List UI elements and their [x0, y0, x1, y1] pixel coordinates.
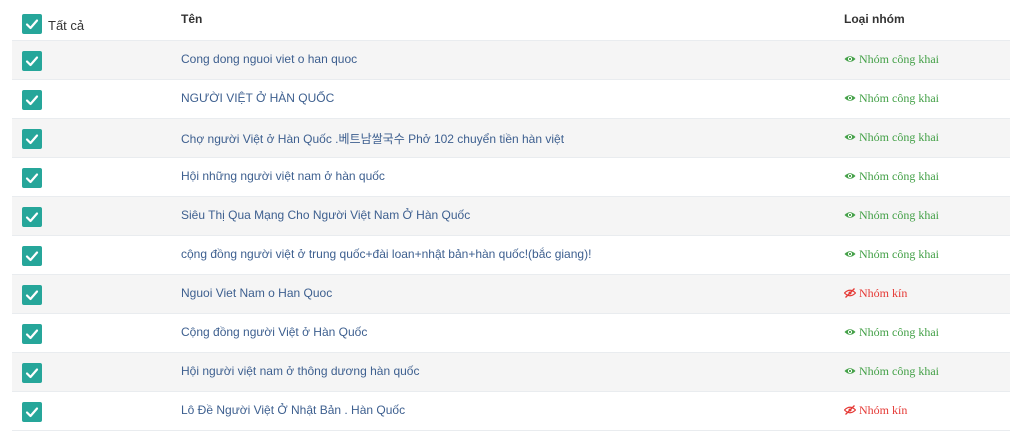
group-name-link[interactable]: Nguoi Viet Nam o Han Quoc	[181, 286, 332, 300]
table-row: Cong dong nguoi viet o han quoc Nhóm công…	[12, 41, 1010, 80]
group-name-link[interactable]: Chợ người Việt ở Hàn Quốc .베트남쌀국수 Phở 10…	[181, 130, 564, 147]
eye-icon	[844, 95, 856, 101]
check-icon	[25, 407, 39, 418]
eye-icon	[844, 173, 856, 179]
check-icon	[25, 134, 39, 145]
row-checkbox[interactable]	[22, 90, 42, 110]
table-row: cộng đồng người việt ở trung quốc+đài lo…	[12, 236, 1010, 275]
eye-icon	[844, 134, 856, 140]
group-type-label: Nhóm công khai	[859, 325, 939, 339]
check-icon	[25, 173, 39, 184]
check-icon	[25, 329, 39, 340]
check-icon	[25, 95, 39, 106]
group-type: Nhóm công khai	[844, 169, 939, 184]
groups-table: Tất cả Tên Loại nhóm Cong dong nguoi vie…	[12, 0, 1010, 431]
group-name-link[interactable]: Cộng đồng người Việt ở Hàn Quốc	[181, 325, 367, 339]
group-name-link[interactable]: NGƯỜI VIỆT Ở HÀN QUỐC	[181, 91, 334, 105]
group-type: Nhóm công khai	[844, 52, 939, 67]
eye-slash-icon	[843, 288, 857, 298]
name-column-header: Tên	[181, 12, 203, 26]
group-type: Nhóm kín	[843, 286, 908, 301]
table-row: NGƯỜI VIỆT Ở HÀN QUỐC Nhóm công khai	[12, 80, 1010, 119]
group-name-link[interactable]: Lô Đề Người Việt Ở Nhật Bản . Hàn Quốc	[181, 403, 405, 417]
row-checkbox[interactable]	[22, 402, 42, 422]
eye-icon	[844, 212, 856, 218]
row-checkbox[interactable]	[22, 129, 42, 149]
check-icon	[25, 19, 39, 30]
group-type-label: Nhóm công khai	[859, 91, 939, 105]
select-all-checkbox[interactable]	[22, 14, 42, 34]
table-row: Cộng đồng người Việt ở Hàn Quốc Nhóm công…	[12, 314, 1010, 353]
eye-icon	[844, 329, 856, 335]
row-checkbox[interactable]	[22, 207, 42, 227]
group-name-link[interactable]: Siêu Thị Qua Mạng Cho Người Việt Nam Ở H…	[181, 208, 470, 222]
table-row: Hội những người việt nam ở hàn quốc Nhóm …	[12, 158, 1010, 197]
row-checkbox[interactable]	[22, 363, 42, 383]
group-type-label: Nhóm công khai	[859, 169, 939, 183]
table-header: Tất cả Tên Loại nhóm	[12, 0, 1010, 41]
group-type-label: Nhóm công khai	[859, 130, 939, 144]
eye-icon	[844, 368, 856, 374]
row-checkbox[interactable]	[22, 168, 42, 188]
group-type: Nhóm công khai	[844, 208, 939, 223]
table-row: Chợ người Việt ở Hàn Quốc .베트남쌀국수 Phở 10…	[12, 119, 1010, 158]
group-name-link[interactable]: Hội những người việt nam ở hàn quốc	[181, 169, 385, 183]
row-checkbox[interactable]	[22, 285, 42, 305]
group-type-label: Nhóm công khai	[859, 247, 939, 261]
row-checkbox[interactable]	[22, 51, 42, 71]
group-type: Nhóm công khai	[844, 247, 939, 262]
group-type-label: Nhóm công khai	[859, 208, 939, 222]
group-type-label: Nhóm công khai	[859, 364, 939, 378]
table-row: Siêu Thị Qua Mạng Cho Người Việt Nam Ở H…	[12, 197, 1010, 236]
group-name-link[interactable]: Cong dong nguoi viet o han quoc	[181, 52, 357, 66]
group-type: Nhóm công khai	[844, 91, 939, 106]
row-checkbox[interactable]	[22, 246, 42, 266]
eye-icon	[844, 251, 856, 257]
group-type: Nhóm kín	[843, 403, 908, 418]
eye-icon	[844, 56, 856, 62]
table-row: Nguoi Viet Nam o Han Quoc Nhóm kín	[12, 275, 1010, 314]
check-icon	[25, 251, 39, 262]
check-icon	[25, 368, 39, 379]
group-type: Nhóm công khai	[844, 130, 939, 145]
select-all-label[interactable]: Tất cả	[48, 18, 84, 33]
row-checkbox[interactable]	[22, 324, 42, 344]
group-type-label: Nhóm kín	[859, 403, 908, 417]
check-icon	[25, 212, 39, 223]
check-icon	[25, 56, 39, 67]
table-row: Lô Đề Người Việt Ở Nhật Bản . Hàn Quốc Nh…	[12, 392, 1010, 431]
group-type: Nhóm công khai	[844, 325, 939, 340]
group-type-label: Nhóm công khai	[859, 52, 939, 66]
group-type-label: Nhóm kín	[859, 286, 908, 300]
check-icon	[25, 290, 39, 301]
group-name-link[interactable]: Hội người việt nam ở thông dương hàn quố…	[181, 364, 419, 378]
eye-slash-icon	[843, 405, 857, 415]
group-type: Nhóm công khai	[844, 364, 939, 379]
table-row: Hội người việt nam ở thông dương hàn quố…	[12, 353, 1010, 392]
type-column-header: Loại nhóm	[844, 12, 905, 26]
group-name-link[interactable]: cộng đồng người việt ở trung quốc+đài lo…	[181, 247, 591, 261]
